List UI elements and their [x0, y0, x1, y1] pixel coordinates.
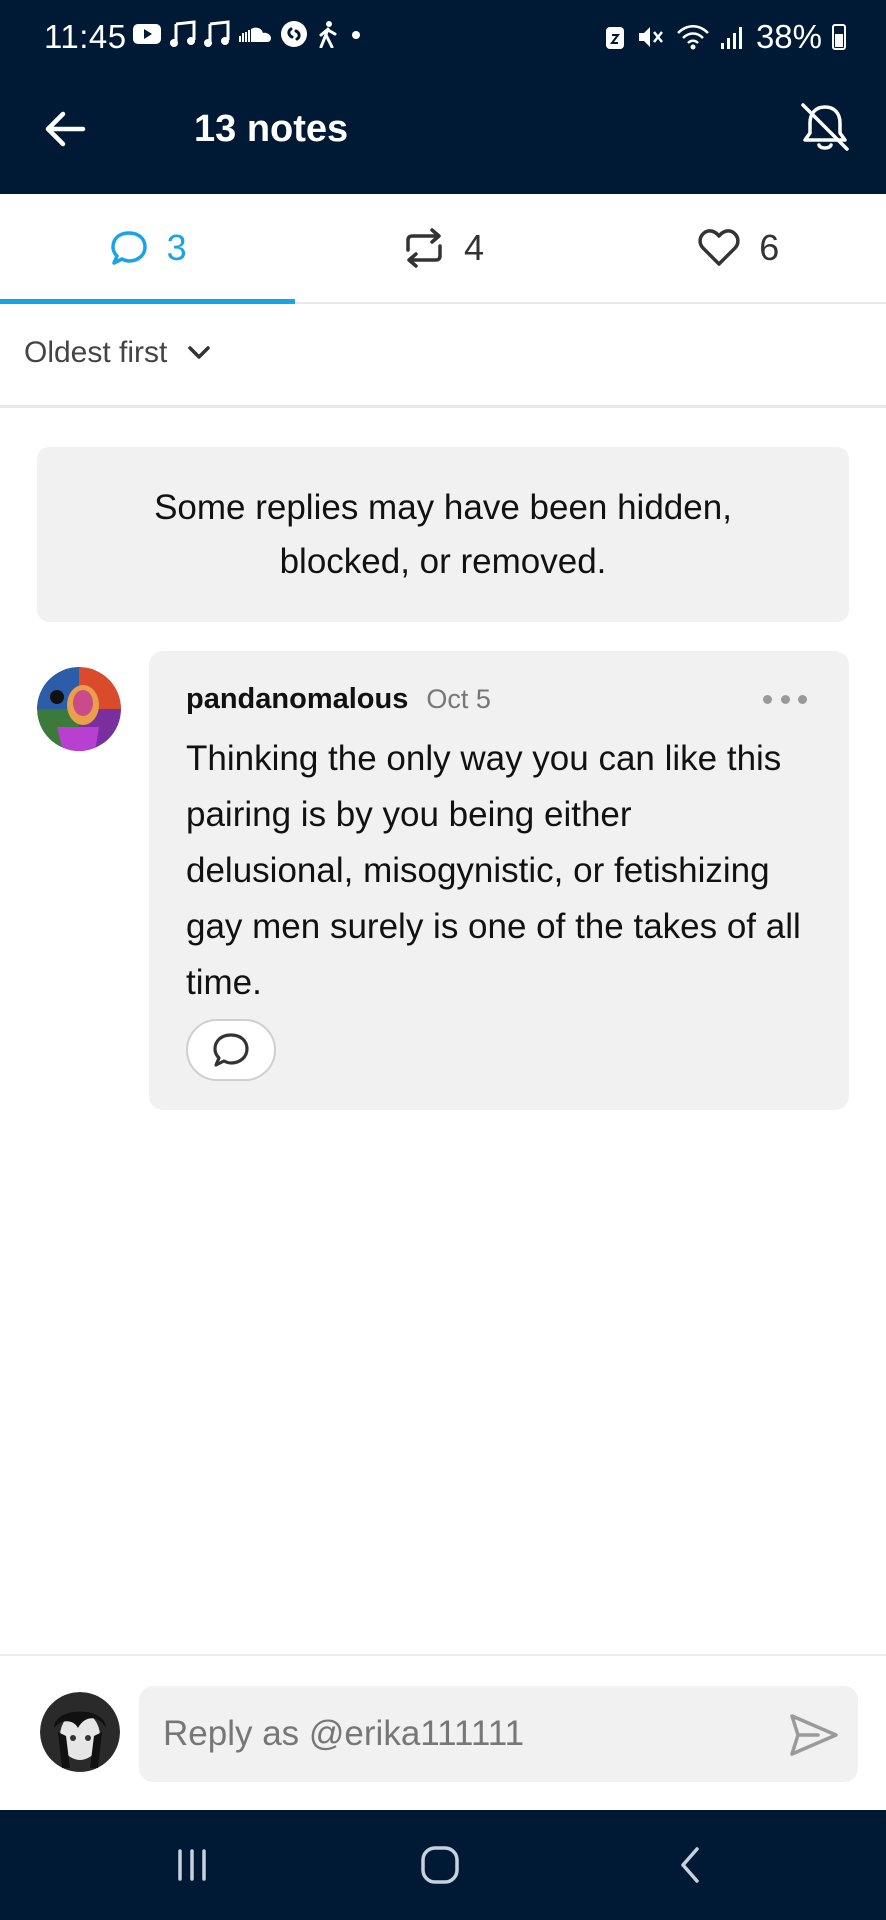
mute-icon	[638, 27, 663, 47]
send-button[interactable]	[786, 1710, 842, 1760]
recent-apps-icon	[178, 1849, 206, 1881]
tab-replies[interactable]: 3	[0, 194, 296, 304]
dot-icon	[352, 31, 360, 39]
status-icons-right: 38%	[604, 18, 846, 56]
battery-icon	[832, 24, 846, 50]
more-options-button[interactable]	[763, 687, 807, 711]
back-icon	[681, 1847, 699, 1883]
battery-percentage: 38%	[755, 18, 822, 55]
bell-off-icon	[801, 103, 849, 151]
more-dots-icon	[763, 694, 772, 704]
comment-icon	[110, 231, 147, 265]
reply-text: Thinking the only way you can like this …	[186, 739, 801, 1002]
reply-username[interactable]: pandanomalous	[186, 683, 408, 716]
nav-back-button[interactable]	[660, 1840, 720, 1890]
mute-notifications-button[interactable]	[794, 96, 856, 158]
reply-card: pandanomalous Oct 5 Thinking the only wa…	[149, 651, 849, 1110]
user-avatar-image	[37, 667, 121, 751]
reply-input[interactable]	[139, 1686, 858, 1782]
heart-icon	[698, 229, 740, 266]
home-icon	[421, 1846, 459, 1884]
sort-label: Oldest first	[24, 336, 168, 369]
wifi-icon	[677, 25, 709, 50]
soundcloud-icon	[239, 27, 271, 42]
send-icon	[790, 1714, 838, 1756]
reply-date: Oct 5	[426, 684, 491, 714]
tab-reblogs[interactable]: 4	[295, 194, 590, 302]
status-icons-left	[132, 20, 364, 48]
tab-likes[interactable]: 6	[591, 194, 886, 302]
notes-tabs: 3 4 6	[0, 194, 886, 304]
chevron-down-icon	[188, 346, 211, 359]
avatar[interactable]	[37, 667, 121, 751]
current-user-avatar-image	[40, 1692, 120, 1772]
reblog-icon	[406, 228, 442, 268]
status-bar: 11:45 38%	[0, 0, 886, 64]
tab-likes-count: 6	[759, 227, 780, 268]
comment-icon	[213, 1033, 249, 1067]
lock-icon	[605, 27, 624, 49]
youtube-icon	[133, 24, 161, 44]
music-note-icon	[204, 20, 230, 47]
signal-icon	[720, 27, 742, 49]
shazam-icon	[281, 21, 307, 47]
tab-replies-count: 3	[166, 227, 187, 268]
back-button[interactable]	[40, 104, 90, 154]
tab-reblogs-count: 4	[463, 227, 484, 268]
recent-apps-button[interactable]	[162, 1840, 222, 1890]
status-time: 11:45	[44, 18, 127, 55]
hidden-replies-notice: Some replies may have been hidden, block…	[37, 447, 849, 622]
reply-to-comment-button[interactable]	[186, 1019, 276, 1081]
home-button[interactable]	[410, 1840, 470, 1890]
sort-dropdown[interactable]: Oldest first	[24, 336, 211, 370]
music-note-icon	[170, 20, 196, 47]
current-user-avatar[interactable]	[40, 1692, 120, 1772]
reply-composer	[0, 1654, 886, 1810]
notice-text: Some replies may have been hidden, block…	[154, 487, 732, 581]
walking-icon	[319, 21, 337, 48]
reply-meta: pandanomalous Oct 5	[186, 683, 491, 716]
page-title: 13 notes	[194, 108, 349, 150]
app-header: 13 notes	[0, 64, 886, 194]
arrow-left-icon	[45, 111, 86, 147]
sort-row: Oldest first	[0, 304, 886, 408]
system-nav-bar	[0, 1810, 886, 1920]
